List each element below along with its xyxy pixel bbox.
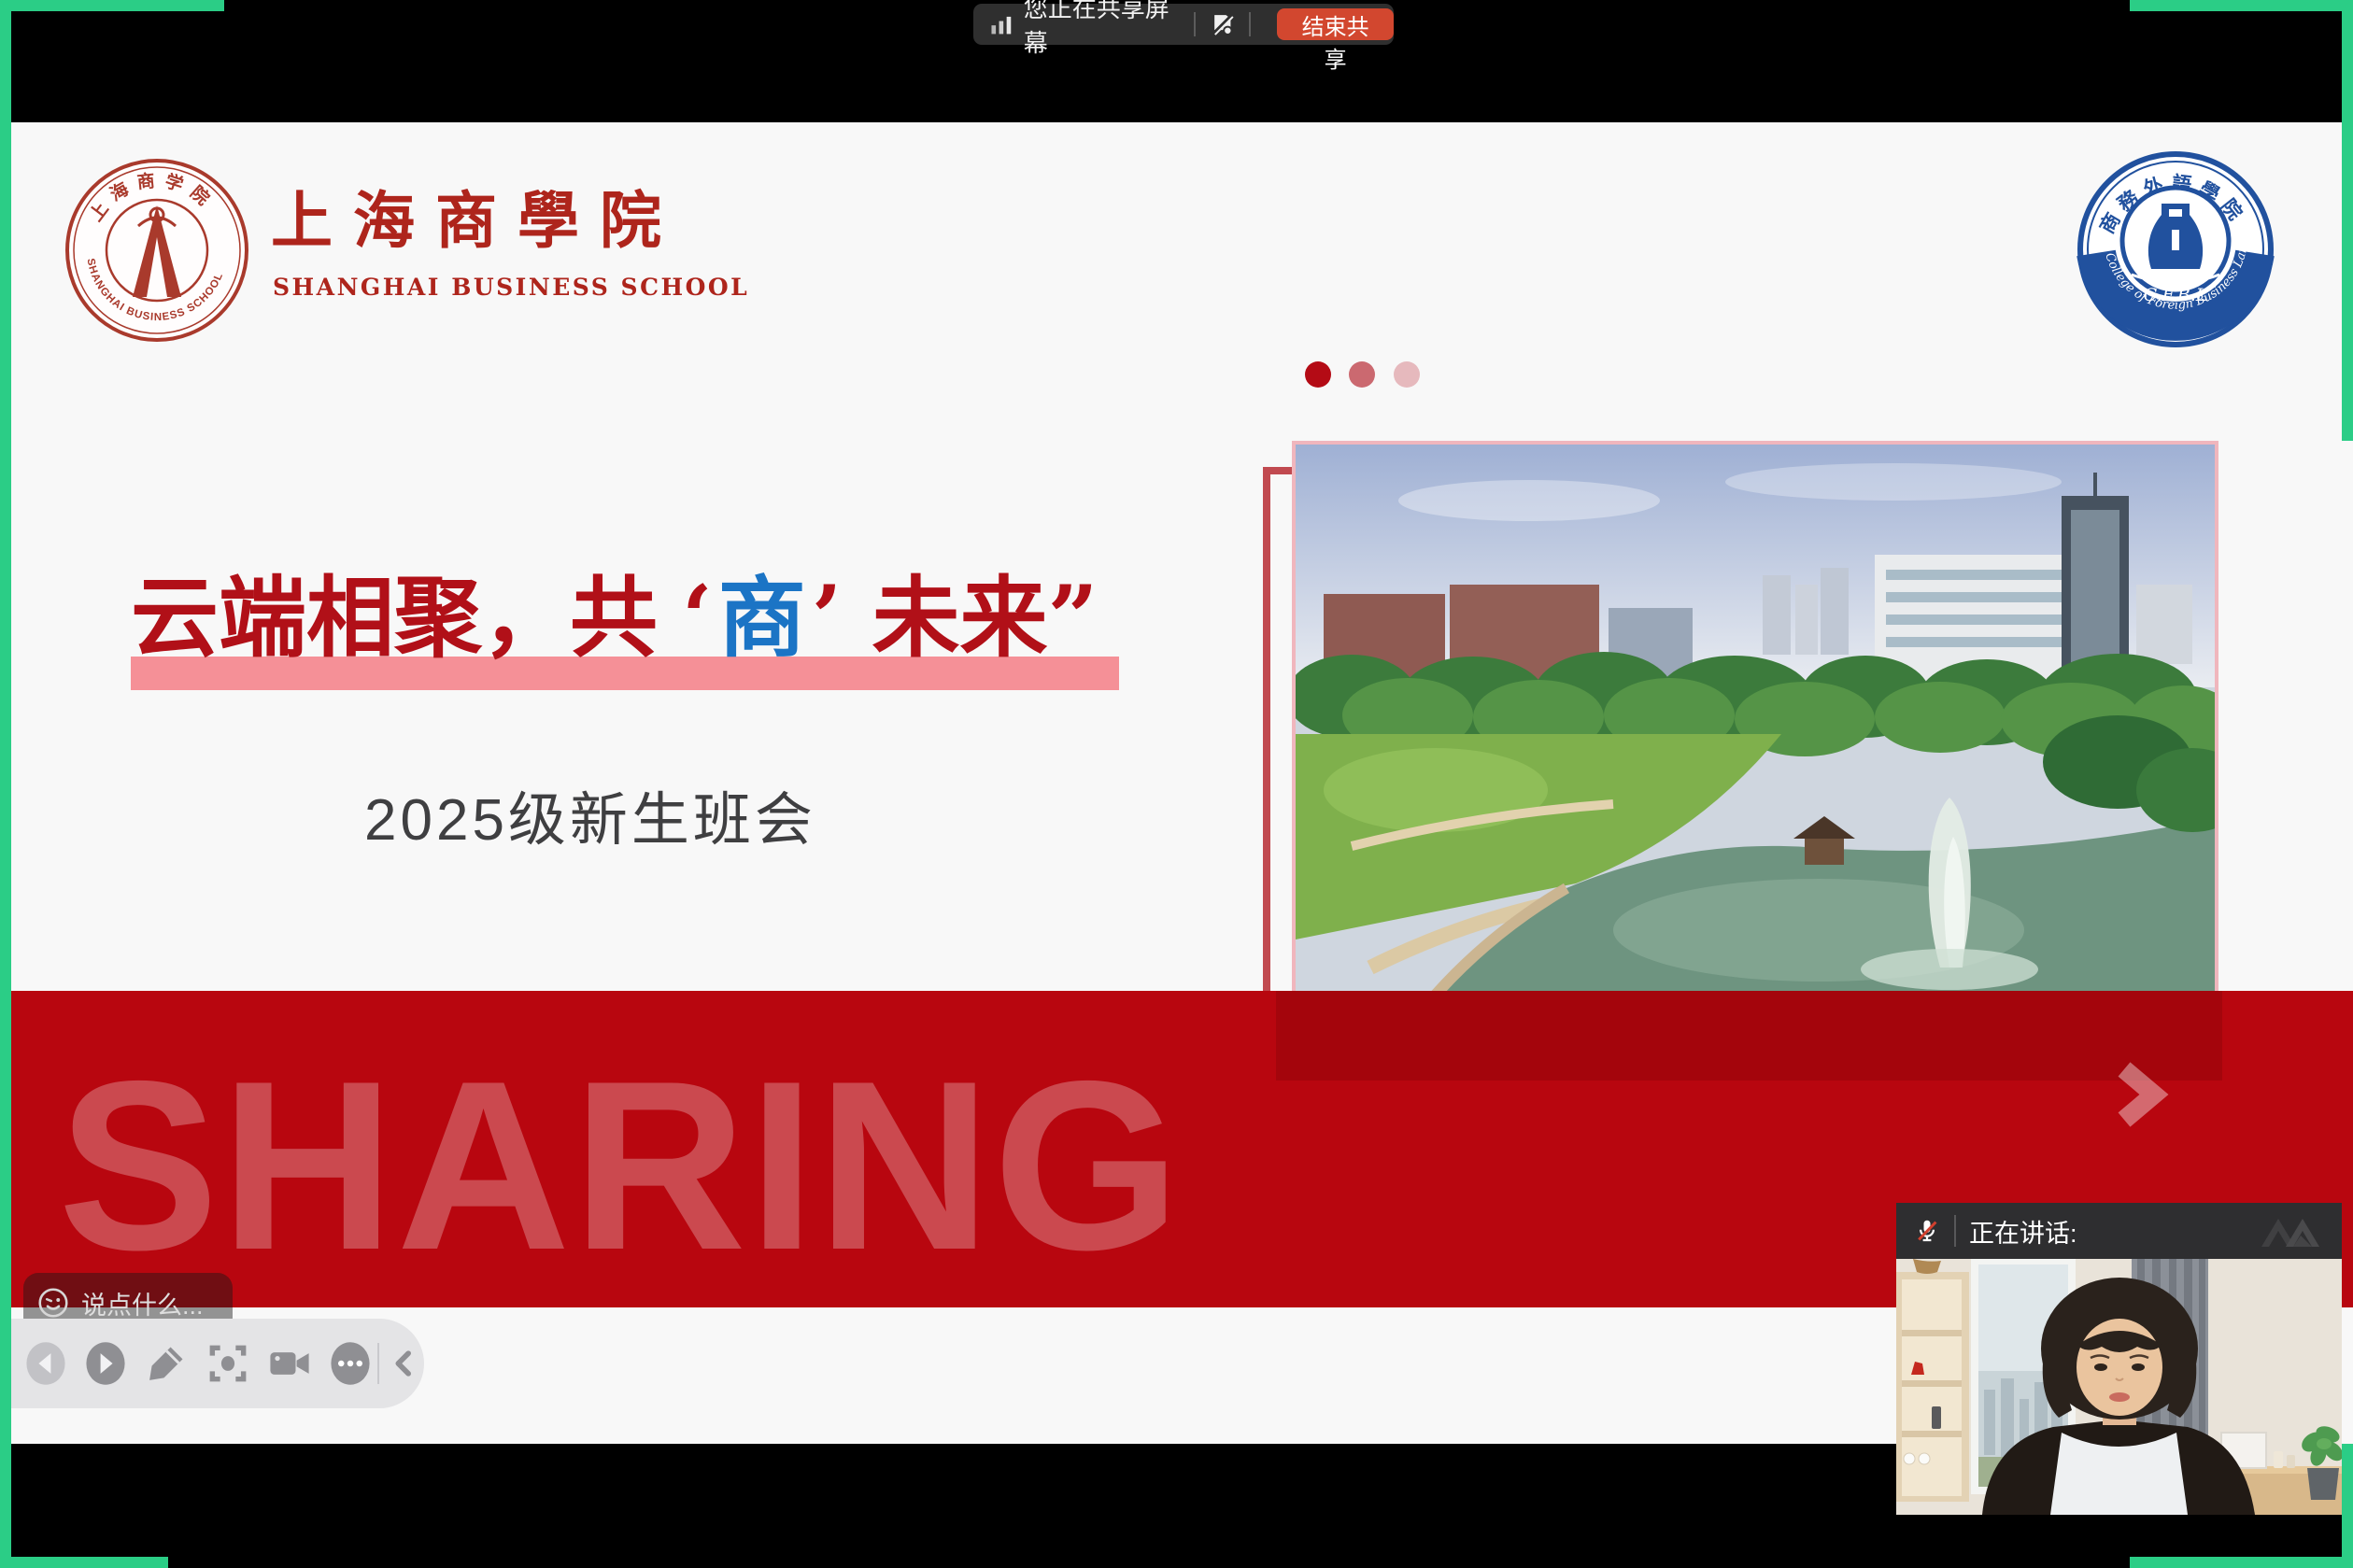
mic-muted-icon [1913,1217,1941,1245]
frame-strip-top-right [2130,0,2353,11]
annotate-pen-button[interactable] [141,1337,191,1390]
collapse-toolbar-button[interactable] [385,1337,424,1390]
more-ellipsis-icon [326,1339,375,1388]
frame-strip-right-upper [2342,0,2353,441]
carousel-dot-2 [1349,361,1375,388]
emoji-smiley-icon[interactable] [36,1286,70,1320]
divider [1249,12,1251,36]
speaking-label: 正在讲话: [1969,1213,2077,1250]
divider [1194,12,1196,36]
carousel-dot-1 [1305,361,1331,388]
title-quote-open: ‘ [682,567,713,670]
screenshot-button[interactable] [203,1337,253,1390]
screen: 上海商学院 SHANGHAI BUSINESS SCHOOL 上海商學院 SHA… [0,0,2353,1568]
share-status-text: 您正在共享屏幕 [1024,0,1181,59]
video-feed: Young-树芽儿 [1896,1259,2342,1515]
play-slideshow-button[interactable] [80,1337,131,1390]
signal-bars-icon [988,10,1014,38]
photo-shadow [1276,991,2222,1081]
focus-capture-icon [205,1340,251,1387]
video-header: 正在讲话: [1896,1203,2342,1259]
play-circle-icon [81,1339,130,1388]
screen-share-bar: 您正在共享屏幕 结束共享 [973,4,1394,45]
end-share-button[interactable]: 结束共享 [1277,8,1394,40]
annotation-disabled-icon[interactable] [1209,9,1237,39]
college-seal-logo: 商務外語學院 C.F.B.L College of Foreign Busine… [2072,151,2279,359]
carousel-dot-3 [1394,361,1420,388]
title-pre: 云端相聚，共 [131,567,658,670]
previous-slide-button[interactable] [21,1337,71,1390]
slide-title: 云端相聚，共‘商’ 未来” [131,547,1252,674]
toolbar-divider [377,1343,379,1384]
camera-button[interactable] [264,1337,315,1390]
university-seal-logo: 上海商学院 SHANGHAI BUSINESS SCHOOL [64,157,250,344]
school-name-en: SHANGHAI BUSINESS SCHOOL [273,274,749,301]
video-scene [1896,1259,2342,1515]
chevron-left-icon [386,1345,423,1382]
back-circle-icon [21,1339,70,1388]
meeting-watermark-icon [2258,1211,2329,1250]
title-quote-close: ’ [812,567,843,670]
speaker-video-panel: Young-树芽儿 正在讲话: [1896,1203,2342,1515]
frame-strip-left [0,0,11,1568]
video-camera-icon [265,1339,314,1388]
frame-strip-right-lower [2342,1444,2353,1568]
school-name-zh: 上海商學院 [271,171,682,261]
campus-photo-art [1296,445,2215,995]
sharing-watermark: SHARING [58,1045,1183,1286]
frame-strip-bottom-right [2130,1557,2353,1568]
frame-strip-bottom-left [0,1557,168,1568]
divider [1954,1215,1956,1247]
frame-strip-top-left [0,0,224,11]
more-options-button[interactable] [325,1337,376,1390]
next-arrow-icon [2107,1062,2173,1127]
comment-placeholder: 说点什么... [81,1285,204,1321]
title-post: 未来 [872,567,1048,670]
campus-photo [1292,441,2218,998]
title-quote-end: ” [1048,567,1099,670]
presenter-toolbar [11,1319,424,1408]
slide-subtitle: 2025级新生班会 [364,772,816,856]
pencil-icon [143,1340,190,1387]
title-highlight: 商 [718,567,806,670]
